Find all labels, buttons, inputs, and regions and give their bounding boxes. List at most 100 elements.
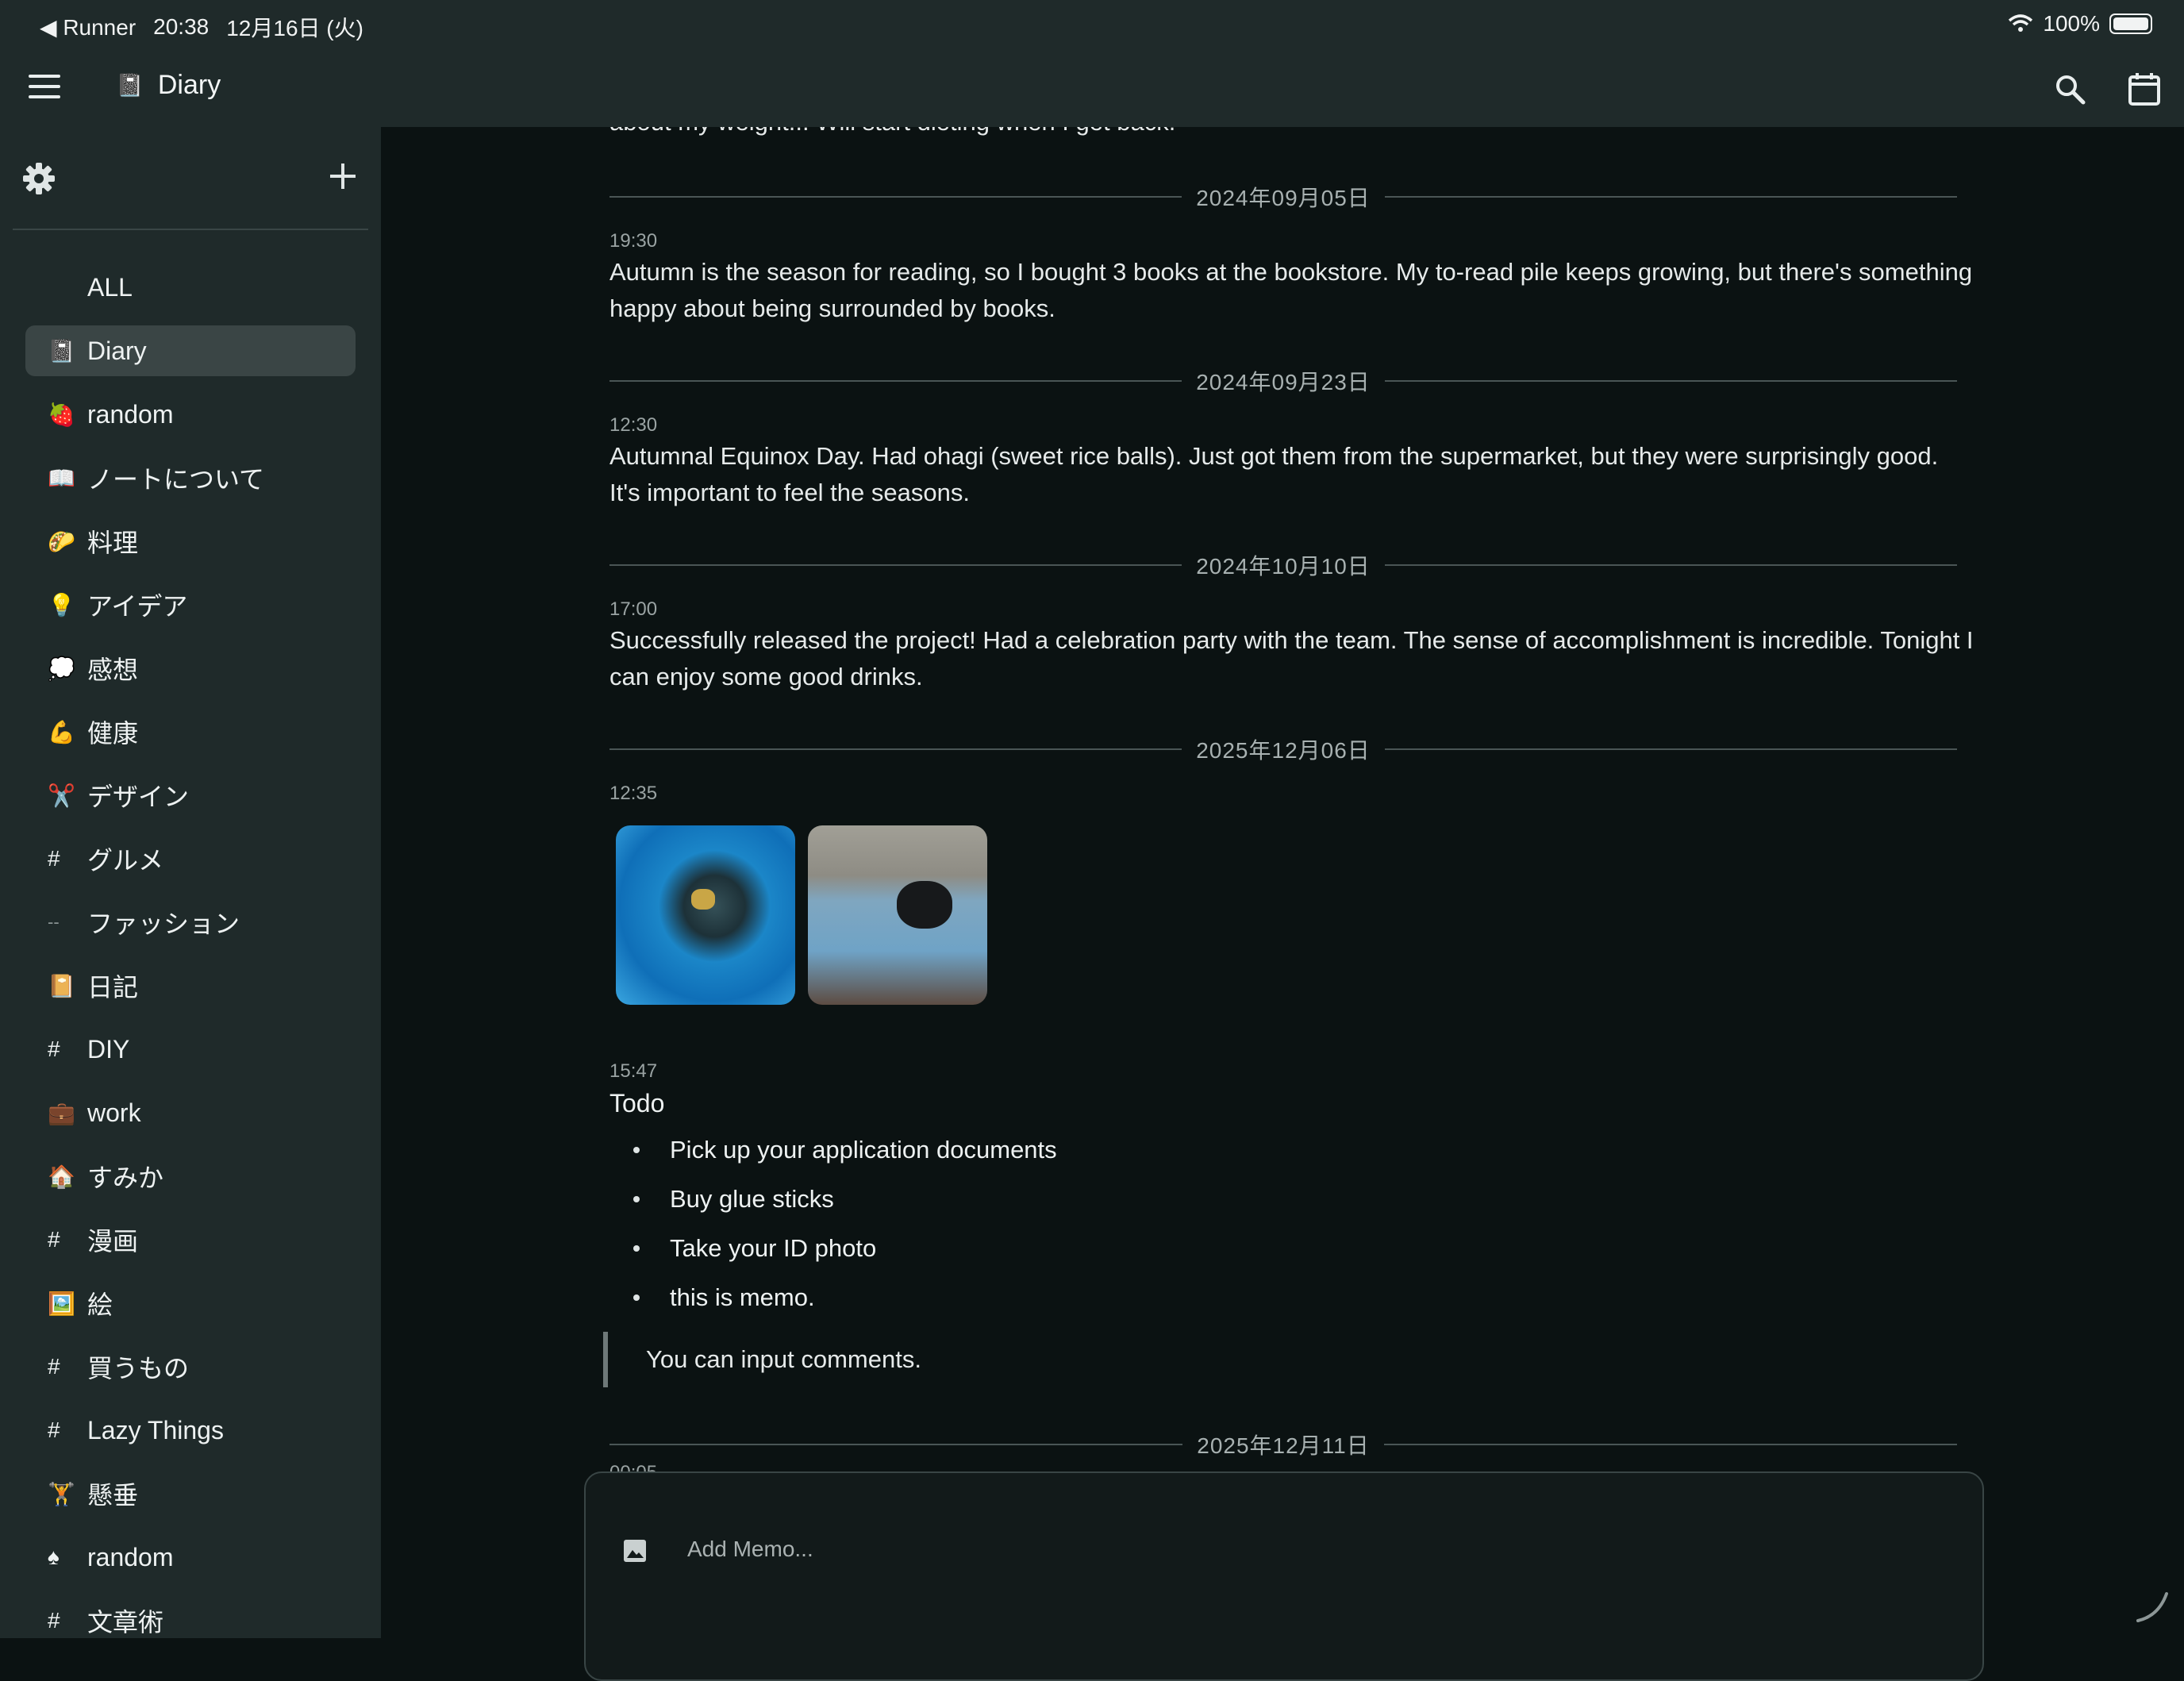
- sidebar-item-writing[interactable]: # 文章術: [25, 1595, 356, 1638]
- sidebar-item-health[interactable]: 💪 健康: [25, 706, 356, 757]
- sidebar-item-ideas[interactable]: 💡 アイデア: [25, 579, 356, 630]
- sidebar-item-drawing[interactable]: 🖼️ 絵: [25, 1278, 356, 1329]
- sidebar: ALL 📓 Diary 🍓 random 📖 ノートについて 🌮 料理 💡 アイデア 💭 感…: [0, 127, 381, 1638]
- list-item-text: Pick up your application documents: [670, 1136, 1057, 1164]
- date-label: 2025年12月06日: [1196, 738, 1371, 763]
- hash-icon: #: [48, 1227, 60, 1252]
- sidebar-item-all[interactable]: ALL: [25, 262, 356, 313]
- memo-text: about my weight... Will start dieting wh…: [609, 127, 1175, 137]
- date-separator: 2025年12月11日: [609, 1429, 1958, 1460]
- list-item-text: Take your ID photo: [670, 1234, 877, 1262]
- notebook-icon: 📔: [48, 973, 75, 998]
- battery-percent: 100%: [2043, 11, 2100, 36]
- sidebar-item-lazy-things[interactable]: # Lazy Things: [25, 1405, 356, 1456]
- sidebar-item-random-2[interactable]: ♠ random: [25, 1532, 356, 1583]
- sidebar-item-diary[interactable]: 📓 Diary: [25, 325, 356, 376]
- list-item: Pick up your application documents: [633, 1125, 1057, 1175]
- memo-text[interactable]: Autumnal Equinox Day. Had ohagi (sweet r…: [609, 438, 1974, 511]
- sidebar-item-shopping[interactable]: # 買うもの: [25, 1341, 356, 1392]
- briefcase-icon: 💼: [48, 1100, 75, 1125]
- memo-composer[interactable]: Add Memo...: [584, 1471, 1984, 1681]
- sidebar-item-notes[interactable]: 📖 ノートについて: [25, 452, 356, 503]
- sidebar-item-gourmet[interactable]: # グルメ: [25, 833, 356, 884]
- list-item-text: this is memo.: [670, 1283, 815, 1311]
- sidebar-item-label: DIY: [87, 1034, 130, 1064]
- sidebar-item-label: すみか: [87, 1164, 164, 1192]
- bullet-icon: [633, 1147, 640, 1153]
- sidebar-item-label: Lazy Things: [87, 1415, 224, 1444]
- sidebar-item-label: ALL: [87, 272, 133, 302]
- sidebar-item-manga[interactable]: # 漫画: [25, 1214, 356, 1265]
- sidebar-item-label: 絵: [87, 1291, 113, 1319]
- wifi-icon: [2009, 14, 2033, 32]
- memo-feed: about my weight... Will start dieting wh…: [381, 127, 2184, 1638]
- memo-time: 19:30: [609, 230, 658, 252]
- scissors-icon: ✂️: [48, 783, 75, 808]
- sidebar-item-design[interactable]: ✂️ デザイン: [25, 770, 356, 821]
- page-title: 📓 Diary: [116, 70, 221, 101]
- battery-icon: [2109, 13, 2152, 34]
- todo-list: Pick up your application documents Buy g…: [633, 1125, 1057, 1322]
- list-item: this is memo.: [633, 1273, 1057, 1322]
- memo-quote: You can input comments.: [603, 1332, 921, 1387]
- sidebar-item-work[interactable]: 💼 work: [25, 1087, 356, 1138]
- hash-icon: #: [48, 1418, 60, 1442]
- sidebar-item-diy[interactable]: # DIY: [25, 1024, 356, 1075]
- status-right: 100%: [2008, 11, 2152, 37]
- sidebar-item-journal[interactable]: 📔 日記: [25, 960, 356, 1011]
- date-label: 2024年10月10日: [1196, 554, 1371, 579]
- memo-input[interactable]: Add Memo...: [687, 1537, 813, 1562]
- date-label: 2025年12月11日: [1197, 1433, 1370, 1458]
- gear-icon[interactable]: [22, 162, 56, 195]
- sidebar-item-random[interactable]: 🍓 random: [25, 389, 356, 440]
- spade-icon: ♠: [48, 1544, 60, 1569]
- bullet-icon: [633, 1196, 640, 1202]
- sidebar-item-home[interactable]: 🏠 すみか: [25, 1151, 356, 1202]
- back-to-app-link[interactable]: ◀ Runner: [40, 14, 136, 40]
- list-item-text: Buy glue sticks: [670, 1185, 834, 1213]
- sidebar-item-label: ファッション: [87, 910, 240, 938]
- sidebar-item-label: アイデア: [87, 592, 188, 621]
- penguin-underwater-photo[interactable]: [616, 825, 795, 1005]
- image-icon[interactable]: [622, 1538, 648, 1564]
- memo-time: 12:35: [609, 783, 658, 804]
- search-icon[interactable]: [2054, 73, 2086, 105]
- hash-icon: #: [48, 1354, 60, 1379]
- hash-icon: #: [48, 1037, 60, 1061]
- book-icon: 📖: [48, 465, 75, 490]
- sidebar-item-label: デザイン: [87, 783, 190, 811]
- date-label: 2024年09月23日: [1196, 370, 1371, 394]
- resize-handle-icon[interactable]: [2133, 1587, 2171, 1625]
- sidebar-item-cooking[interactable]: 🌮 料理: [25, 516, 356, 567]
- sidebar-item-pullup[interactable]: 🏋 懸垂: [25, 1468, 356, 1519]
- sidebar-item-thoughts[interactable]: 💭 感想: [25, 643, 356, 694]
- dash-icon: --: [48, 912, 60, 932]
- status-time: 20:38: [153, 14, 210, 39]
- sidebar-item-label: random: [87, 399, 174, 429]
- sidebar-item-label: Diary: [87, 336, 147, 365]
- memo-text[interactable]: Successfully released the project! Had a…: [609, 622, 1974, 695]
- sidebar-item-label: 漫画: [87, 1227, 139, 1256]
- back-app-label: Runner: [63, 14, 136, 40]
- bullet-icon: [633, 1245, 640, 1252]
- taco-icon: 🌮: [48, 529, 75, 554]
- memo-text[interactable]: Autumn is the season for reading, so I b…: [609, 254, 1974, 327]
- memo-title[interactable]: Todo: [609, 1089, 664, 1118]
- sidebar-item-fashion[interactable]: -- ファッション: [25, 897, 356, 948]
- strawberry-icon: 🍓: [48, 402, 75, 427]
- memo-time: 12:30: [609, 414, 658, 436]
- penguin-poolside-photo[interactable]: [808, 825, 987, 1005]
- status-bar: ◀ Runner 20:38 12月16日 (火): [40, 11, 363, 43]
- sidebar-item-label: 料理: [87, 529, 139, 557]
- memo-time: 15:47: [609, 1060, 658, 1082]
- date-separator: 2024年10月10日: [609, 549, 1957, 581]
- house-icon: 🏠: [48, 1164, 75, 1189]
- sidebar-item-label: work: [87, 1098, 141, 1127]
- bullet-icon: [633, 1294, 640, 1301]
- tag-list: ALL 📓 Diary 🍓 random 📖 ノートについて 🌮 料理 💡 アイデア 💭 感…: [25, 262, 356, 1638]
- date-separator: 2024年09月23日: [609, 365, 1957, 397]
- calendar-icon[interactable]: [2127, 71, 2162, 106]
- sidebar-item-label: 日記: [87, 973, 139, 1002]
- add-tag-button[interactable]: [327, 160, 359, 192]
- menu-icon[interactable]: [29, 75, 60, 98]
